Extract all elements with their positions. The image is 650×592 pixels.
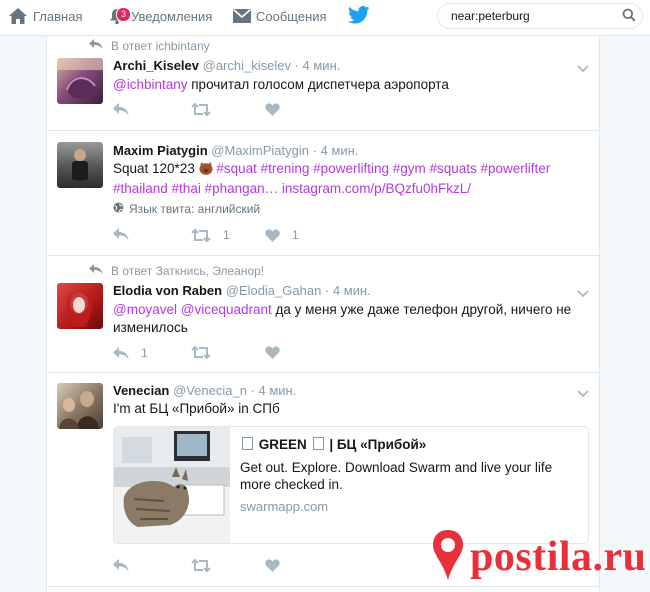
reply-button[interactable] (113, 103, 129, 116)
card-domain[interactable]: swarmapp.com (240, 499, 580, 514)
retweet-count: 1 (223, 228, 230, 242)
tweet-header: Maxim Piatygin @MaximPiatygin · 4 мин. (113, 143, 358, 158)
globe-icon (113, 202, 129, 216)
like-button[interactable] (265, 346, 280, 359)
timestamp[interactable]: 4 мин. (321, 143, 359, 158)
mention-link[interactable]: @moyavel (113, 302, 177, 317)
avatar[interactable] (57, 142, 103, 188)
reply-context-text: В ответ Заткнись, Элеанор! (111, 264, 265, 278)
avatar[interactable] (57, 283, 103, 329)
separator: · (246, 383, 259, 398)
bell-icon: 3 (107, 6, 131, 26)
mention-link[interactable]: @vicequadrant (181, 302, 272, 317)
reply-button[interactable] (113, 559, 129, 572)
handle[interactable]: @MaximPiatygin (211, 143, 309, 158)
reply-arrow-icon (89, 264, 111, 278)
avatar[interactable] (57, 58, 103, 104)
fullname[interactable]: Venecian (113, 383, 169, 398)
separator: · (309, 143, 321, 158)
retweet-button[interactable] (191, 346, 211, 359)
fullname[interactable]: Elodia von Raben (113, 283, 222, 298)
language-label: Язык твита: английский (129, 202, 261, 216)
hashtags[interactable]: #thailand #thai #phangan… (113, 181, 278, 196)
top-navigation-bar: Главная 3 Уведомления Сообщения (0, 0, 650, 36)
tweet-archi[interactable]: В ответ ichbintany Archi_Kiselev @archi_… (47, 36, 599, 131)
tweet-text: @ichbintany прочитал голосом диспетчера … (113, 76, 583, 94)
retweet-button[interactable]: 1 (191, 228, 230, 242)
postila-watermark: postila.ru (430, 528, 647, 586)
card-description: Get out. Explore. Download Swarm and liv… (240, 460, 553, 492)
separator: · (321, 283, 333, 298)
handle[interactable]: @archi_kiselev (203, 58, 291, 73)
tweet-header: Elodia von Raben @Elodia_Gahan · 4 мин. (113, 283, 371, 298)
tweet-header: Venecian @Venecia_n · 4 мин. (113, 383, 296, 398)
card-body: GREEN | БЦ «Прибой» Get out. Explore. Do… (240, 437, 580, 514)
tweet-actions: 1 1 (113, 228, 413, 246)
nav-messages[interactable]: Сообщения (232, 0, 327, 32)
hashtags[interactable]: #squat #trening #powerlifting #gym #squa… (216, 161, 550, 176)
handle[interactable]: @Venecia_n (173, 383, 247, 398)
timeline: В ответ ichbintany Archi_Kiselev @archi_… (46, 36, 600, 592)
like-count: 1 (292, 228, 299, 242)
retweet-button[interactable] (191, 103, 211, 116)
home-icon (8, 7, 28, 25)
reply-button[interactable]: 1 (113, 346, 148, 360)
reply-context: В ответ Заткнись, Элеанор! (89, 264, 264, 278)
tweet-maxim[interactable]: Maxim Piatygin @MaximPiatygin · 4 мин. S… (47, 131, 599, 256)
nav-messages-label: Сообщения (256, 8, 327, 24)
tweet-text: Squat 120*23 #squat #trening #powerlifti… (113, 160, 583, 198)
timestamp[interactable]: 4 мин. (258, 383, 296, 398)
search-input[interactable] (437, 3, 643, 29)
tweet-text: @moyavel @vicequadrant да у меня уже даж… (113, 301, 583, 337)
tweet-text: I'm at БЦ «Прибой» in СПб (113, 400, 583, 418)
mention-link[interactable]: @ichbintany (113, 77, 188, 92)
reply-button[interactable] (113, 228, 129, 241)
tweet-elodia[interactable]: В ответ Заткнись, Элеанор! Elodia von Ra… (47, 256, 599, 373)
separator: · (290, 58, 303, 73)
card-title-part: GREEN (258, 437, 307, 452)
timestamp[interactable]: 4 мин. (333, 283, 371, 298)
watermark-text: postila.ru (470, 534, 647, 580)
reply-arrow-icon (89, 39, 111, 53)
tweet-actions (113, 559, 413, 577)
pig-emoji-icon (199, 162, 213, 180)
tweet-actions (113, 103, 413, 121)
card-title[interactable]: GREEN | БЦ «Прибой» (240, 437, 580, 452)
search-icon[interactable] (622, 8, 636, 27)
avatar[interactable] (57, 383, 103, 429)
card-image (114, 427, 230, 543)
tweet-body: I'm at БЦ «Прибой» in СПб (113, 401, 280, 416)
tweet-language[interactable]: Язык твита: английский (113, 202, 260, 216)
fullname[interactable]: Maxim Piatygin (113, 143, 208, 158)
like-button[interactable] (265, 559, 280, 572)
nav-home-label: Главная (33, 8, 83, 24)
retweet-button[interactable] (191, 559, 211, 572)
reply-count: 1 (141, 346, 148, 360)
nav-notifications[interactable]: 3 Уведомления (107, 0, 212, 32)
tweet-header: Archi_Kiselev @archi_kiselev · 4 мин. (113, 58, 340, 73)
tweet-body: Squat 120*23 (113, 161, 199, 176)
notifications-badge: 3 (116, 7, 131, 22)
like-button[interactable] (265, 103, 280, 116)
handle[interactable]: @Elodia_Gahan (226, 283, 322, 298)
twitter-bird-icon[interactable] (347, 6, 370, 29)
nav-home[interactable]: Главная (8, 0, 82, 32)
instagram-link[interactable]: instagram.com/p/BQzfu0hFkzL/ (282, 181, 471, 196)
reply-context: В ответ ichbintany (89, 39, 210, 53)
envelope-icon (232, 8, 252, 24)
card-title-part: | БЦ «Прибой» (329, 437, 427, 452)
reply-context-text: В ответ ichbintany (111, 39, 210, 53)
nav-notifications-label: Уведомления (131, 8, 213, 24)
tweet-actions: 1 (113, 346, 413, 364)
pin-icon (430, 528, 466, 587)
tweet-body: прочитал голосом диспетчера аэропорта (187, 77, 449, 92)
like-button[interactable]: 1 (265, 228, 299, 242)
link-card[interactable]: GREEN | БЦ «Прибой» Get out. Explore. Do… (113, 426, 589, 544)
fullname[interactable]: Archi_Kiselev (113, 58, 199, 73)
timestamp[interactable]: 4 мин. (303, 58, 341, 73)
